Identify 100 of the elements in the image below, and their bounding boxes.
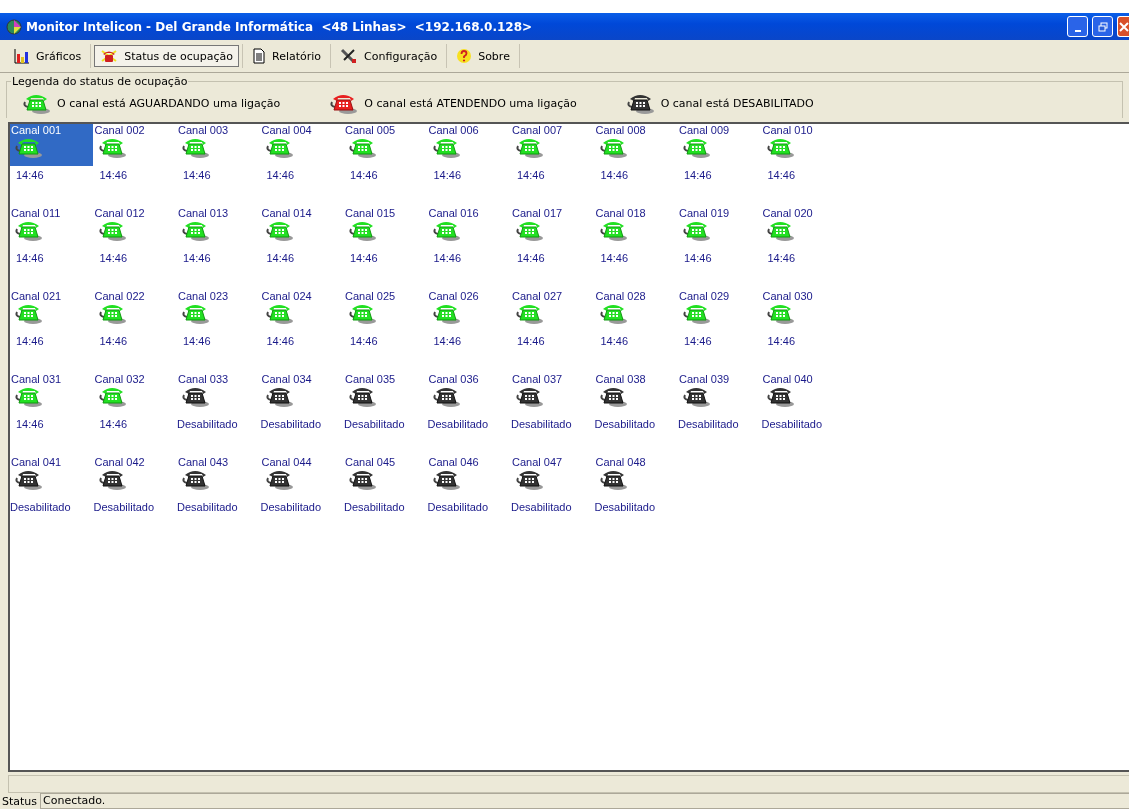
toolbar-button[interactable]: Sobre — [450, 45, 516, 67]
legend-label: O canal está DESABILITADO — [660, 96, 814, 110]
channel-tile[interactable]: Canal 040 — [761, 373, 845, 415]
channel-status: 14:46 — [766, 169, 796, 181]
channel-status: 14:46 — [432, 252, 462, 264]
channel-status: Desabilitado — [511, 501, 572, 513]
channel-tile[interactable]: Canal 044 — [260, 456, 344, 498]
channel-tile[interactable]: Canal 014 — [260, 207, 344, 249]
channel-tile[interactable]: Canal 026 — [427, 290, 511, 332]
minimize-button[interactable] — [1067, 16, 1088, 37]
channel-tile[interactable]: Canal 021 — [10, 290, 93, 332]
channel-tile[interactable]: Canal 020 — [761, 207, 845, 249]
channel-tile[interactable]: Canal 012 — [93, 207, 177, 249]
channel-tile[interactable]: Canal 042 — [93, 456, 177, 498]
channel-tile[interactable]: Canal 027 — [511, 290, 594, 332]
tools-icon — [340, 48, 359, 64]
channel-status: Desabilitado — [10, 501, 71, 513]
channel-tile[interactable]: Canal 037 — [511, 373, 594, 415]
phone-icon — [328, 92, 359, 114]
channel-tile[interactable]: Canal 046 — [427, 456, 511, 498]
channel-status: Desabilitado — [260, 501, 322, 513]
channel-status: 14:46 — [516, 252, 545, 264]
channel-status: Desabilitado — [761, 418, 823, 430]
channel-tile[interactable]: Canal 010 — [761, 124, 845, 166]
channel-tile[interactable]: Canal 006 — [427, 124, 511, 166]
channel-tile[interactable]: Canal 031 — [10, 373, 93, 415]
bar-chart-icon — [14, 48, 30, 64]
channel-tile[interactable]: Canal 016 — [427, 207, 511, 249]
channel-tile[interactable]: Canal 024 — [260, 290, 344, 332]
legend-title: Legenda do status de ocupação — [11, 75, 189, 88]
channel-tile[interactable]: Canal 018 — [594, 207, 678, 249]
channel-status: Desabilitado — [594, 501, 656, 513]
close-button[interactable] — [1117, 16, 1129, 37]
channel-tile[interactable]: Canal 038 — [594, 373, 678, 415]
channel-status: 14:46 — [182, 335, 211, 347]
channel-status: 14:46 — [516, 335, 545, 347]
channel-status: 14:46 — [683, 252, 712, 264]
channel-status: 14:46 — [182, 169, 211, 181]
channel-status: 14:46 — [432, 169, 462, 181]
channel-tile[interactable]: Canal 015 — [344, 207, 427, 249]
legend-label: O canal está AGUARDANDO uma ligação — [57, 96, 281, 110]
channel-tile[interactable]: Canal 019 — [678, 207, 761, 249]
channel-status: 14:46 — [265, 252, 295, 264]
channel-status: 14:46 — [599, 335, 629, 347]
channel-status: 14:46 — [98, 418, 128, 430]
channel-status: 14:46 — [432, 335, 462, 347]
restore-button[interactable] — [1092, 16, 1113, 37]
phone-icon — [21, 92, 51, 114]
globe-icon — [6, 18, 22, 35]
channel-status: Desabilitado — [427, 418, 489, 430]
channel-tile[interactable]: Canal 011 — [10, 207, 93, 249]
channel-status: 14:46 — [98, 252, 128, 264]
minimize-icon — [1074, 29, 1081, 32]
channel-tile[interactable]: Canal 030 — [761, 290, 845, 332]
toolbar-button[interactable]: Status de ocupação — [94, 45, 240, 67]
channel-tile[interactable]: Canal 043 — [177, 456, 260, 498]
channel-status: Desabilitado — [260, 418, 322, 430]
channel-status: Desabilitado — [93, 501, 155, 513]
channel-tile[interactable]: Canal 017 — [511, 207, 594, 249]
channel-status: 14:46 — [349, 169, 378, 181]
channel-tile[interactable]: Canal 001 — [10, 124, 93, 166]
channel-tile[interactable]: Canal 003 — [177, 124, 260, 166]
channel-status: Desabilitado — [344, 501, 405, 513]
channel-tile[interactable]: Canal 034 — [260, 373, 344, 415]
channel-tile[interactable]: Canal 002 — [93, 124, 177, 166]
phone-icon — [100, 48, 119, 64]
channel-tile[interactable]: Canal 041 — [10, 456, 93, 498]
channel-status: Desabilitado — [678, 418, 739, 430]
channel-tile[interactable]: Canal 039 — [678, 373, 761, 415]
channel-status: 14:46 — [15, 252, 44, 264]
channel-tile[interactable]: Canal 008 — [594, 124, 678, 166]
toolbar-button[interactable]: Relatório — [246, 45, 328, 67]
channel-status: Desabilitado — [177, 418, 238, 430]
channel-tile[interactable]: Canal 005 — [344, 124, 427, 166]
question-icon — [456, 48, 473, 64]
toolbar-button[interactable]: Gráficos — [8, 45, 88, 67]
channel-tile[interactable]: Canal 013 — [177, 207, 260, 249]
channel-status: 14:46 — [349, 252, 378, 264]
channel-status: 14:46 — [98, 169, 128, 181]
channel-tile[interactable]: Canal 023 — [177, 290, 260, 332]
channel-tile[interactable]: Canal 004 — [260, 124, 344, 166]
channel-tile[interactable]: Canal 035 — [344, 373, 427, 415]
channel-tile[interactable]: Canal 007 — [511, 124, 594, 166]
channel-tile[interactable]: Canal 033 — [177, 373, 260, 415]
channel-tile[interactable]: Canal 028 — [594, 290, 678, 332]
channel-tile[interactable]: Canal 032 — [93, 373, 177, 415]
channel-tile[interactable]: Canal 047 — [511, 456, 594, 498]
channel-tile[interactable]: Canal 022 — [93, 290, 177, 332]
channel-status: 14:46 — [516, 169, 545, 181]
toolbar-button[interactable]: Configuração — [334, 45, 444, 67]
status-value: Conectado. — [40, 793, 1129, 809]
channel-tile[interactable]: Canal 036 — [427, 373, 511, 415]
channel-tile[interactable]: Canal 048 — [594, 456, 678, 498]
channel-status: 14:46 — [766, 252, 796, 264]
close-icon — [1118, 21, 1129, 32]
channel-tile[interactable]: Canal 009 — [678, 124, 761, 166]
channel-tile[interactable]: Canal 045 — [344, 456, 427, 498]
channel-tile[interactable]: Canal 029 — [678, 290, 761, 332]
channel-status: 14:46 — [599, 169, 629, 181]
channel-tile[interactable]: Canal 025 — [344, 290, 427, 332]
